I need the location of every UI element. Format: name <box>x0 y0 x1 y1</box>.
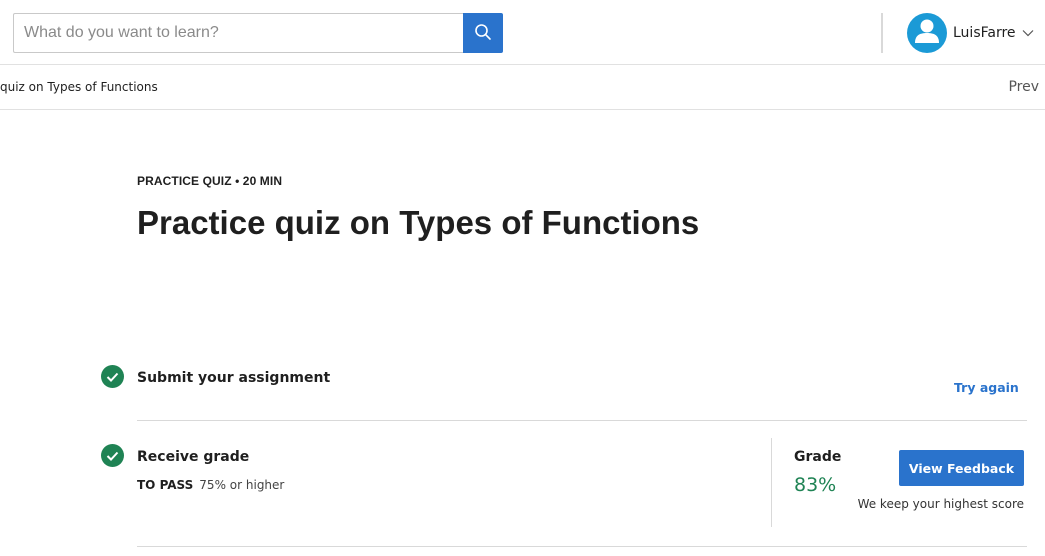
user-icon <box>907 13 947 53</box>
view-feedback-button[interactable]: View Feedback <box>899 450 1024 486</box>
page-title: Practice quiz on Types of Functions <box>137 204 700 241</box>
breadcrumb-current[interactable]: quiz on Types of Functions <box>0 80 158 94</box>
to-pass-label: TO PASS <box>137 478 194 492</box>
quiz-eyebrow: PRACTICE QUIZ • 20 MIN <box>137 174 283 188</box>
try-again-link[interactable]: Try again <box>954 380 1019 395</box>
grade-label: Grade <box>794 449 842 465</box>
top-bar: LuisFarre <box>0 0 1045 65</box>
breadcrumb: quiz on Types of Functions Prev <box>0 65 1045 110</box>
search-icon <box>474 23 492 44</box>
user-menu[interactable]: LuisFarre <box>907 13 1034 53</box>
section-divider <box>137 546 1027 547</box>
user-name: LuisFarre <box>953 25 1016 41</box>
avatar <box>907 13 947 53</box>
header-divider <box>881 13 883 53</box>
receive-grade-label: Receive grade <box>137 449 250 465</box>
submit-step-label: Submit your assignment <box>137 370 331 386</box>
search-button[interactable] <box>463 13 503 53</box>
to-pass-value: 75% or higher <box>199 478 285 492</box>
prev-link[interactable]: Prev <box>1008 79 1039 95</box>
grade-divider <box>771 438 772 527</box>
check-icon <box>101 444 124 467</box>
chevron-down-icon <box>1022 29 1034 37</box>
check-icon <box>101 365 124 388</box>
pass-requirement: TO PASS 75% or higher <box>137 478 284 492</box>
highest-score-note: We keep your highest score <box>857 497 1024 511</box>
search-bar <box>13 13 503 53</box>
search-input[interactable] <box>13 13 463 53</box>
section-divider <box>137 420 1027 421</box>
grade-value: 83% <box>794 474 837 496</box>
